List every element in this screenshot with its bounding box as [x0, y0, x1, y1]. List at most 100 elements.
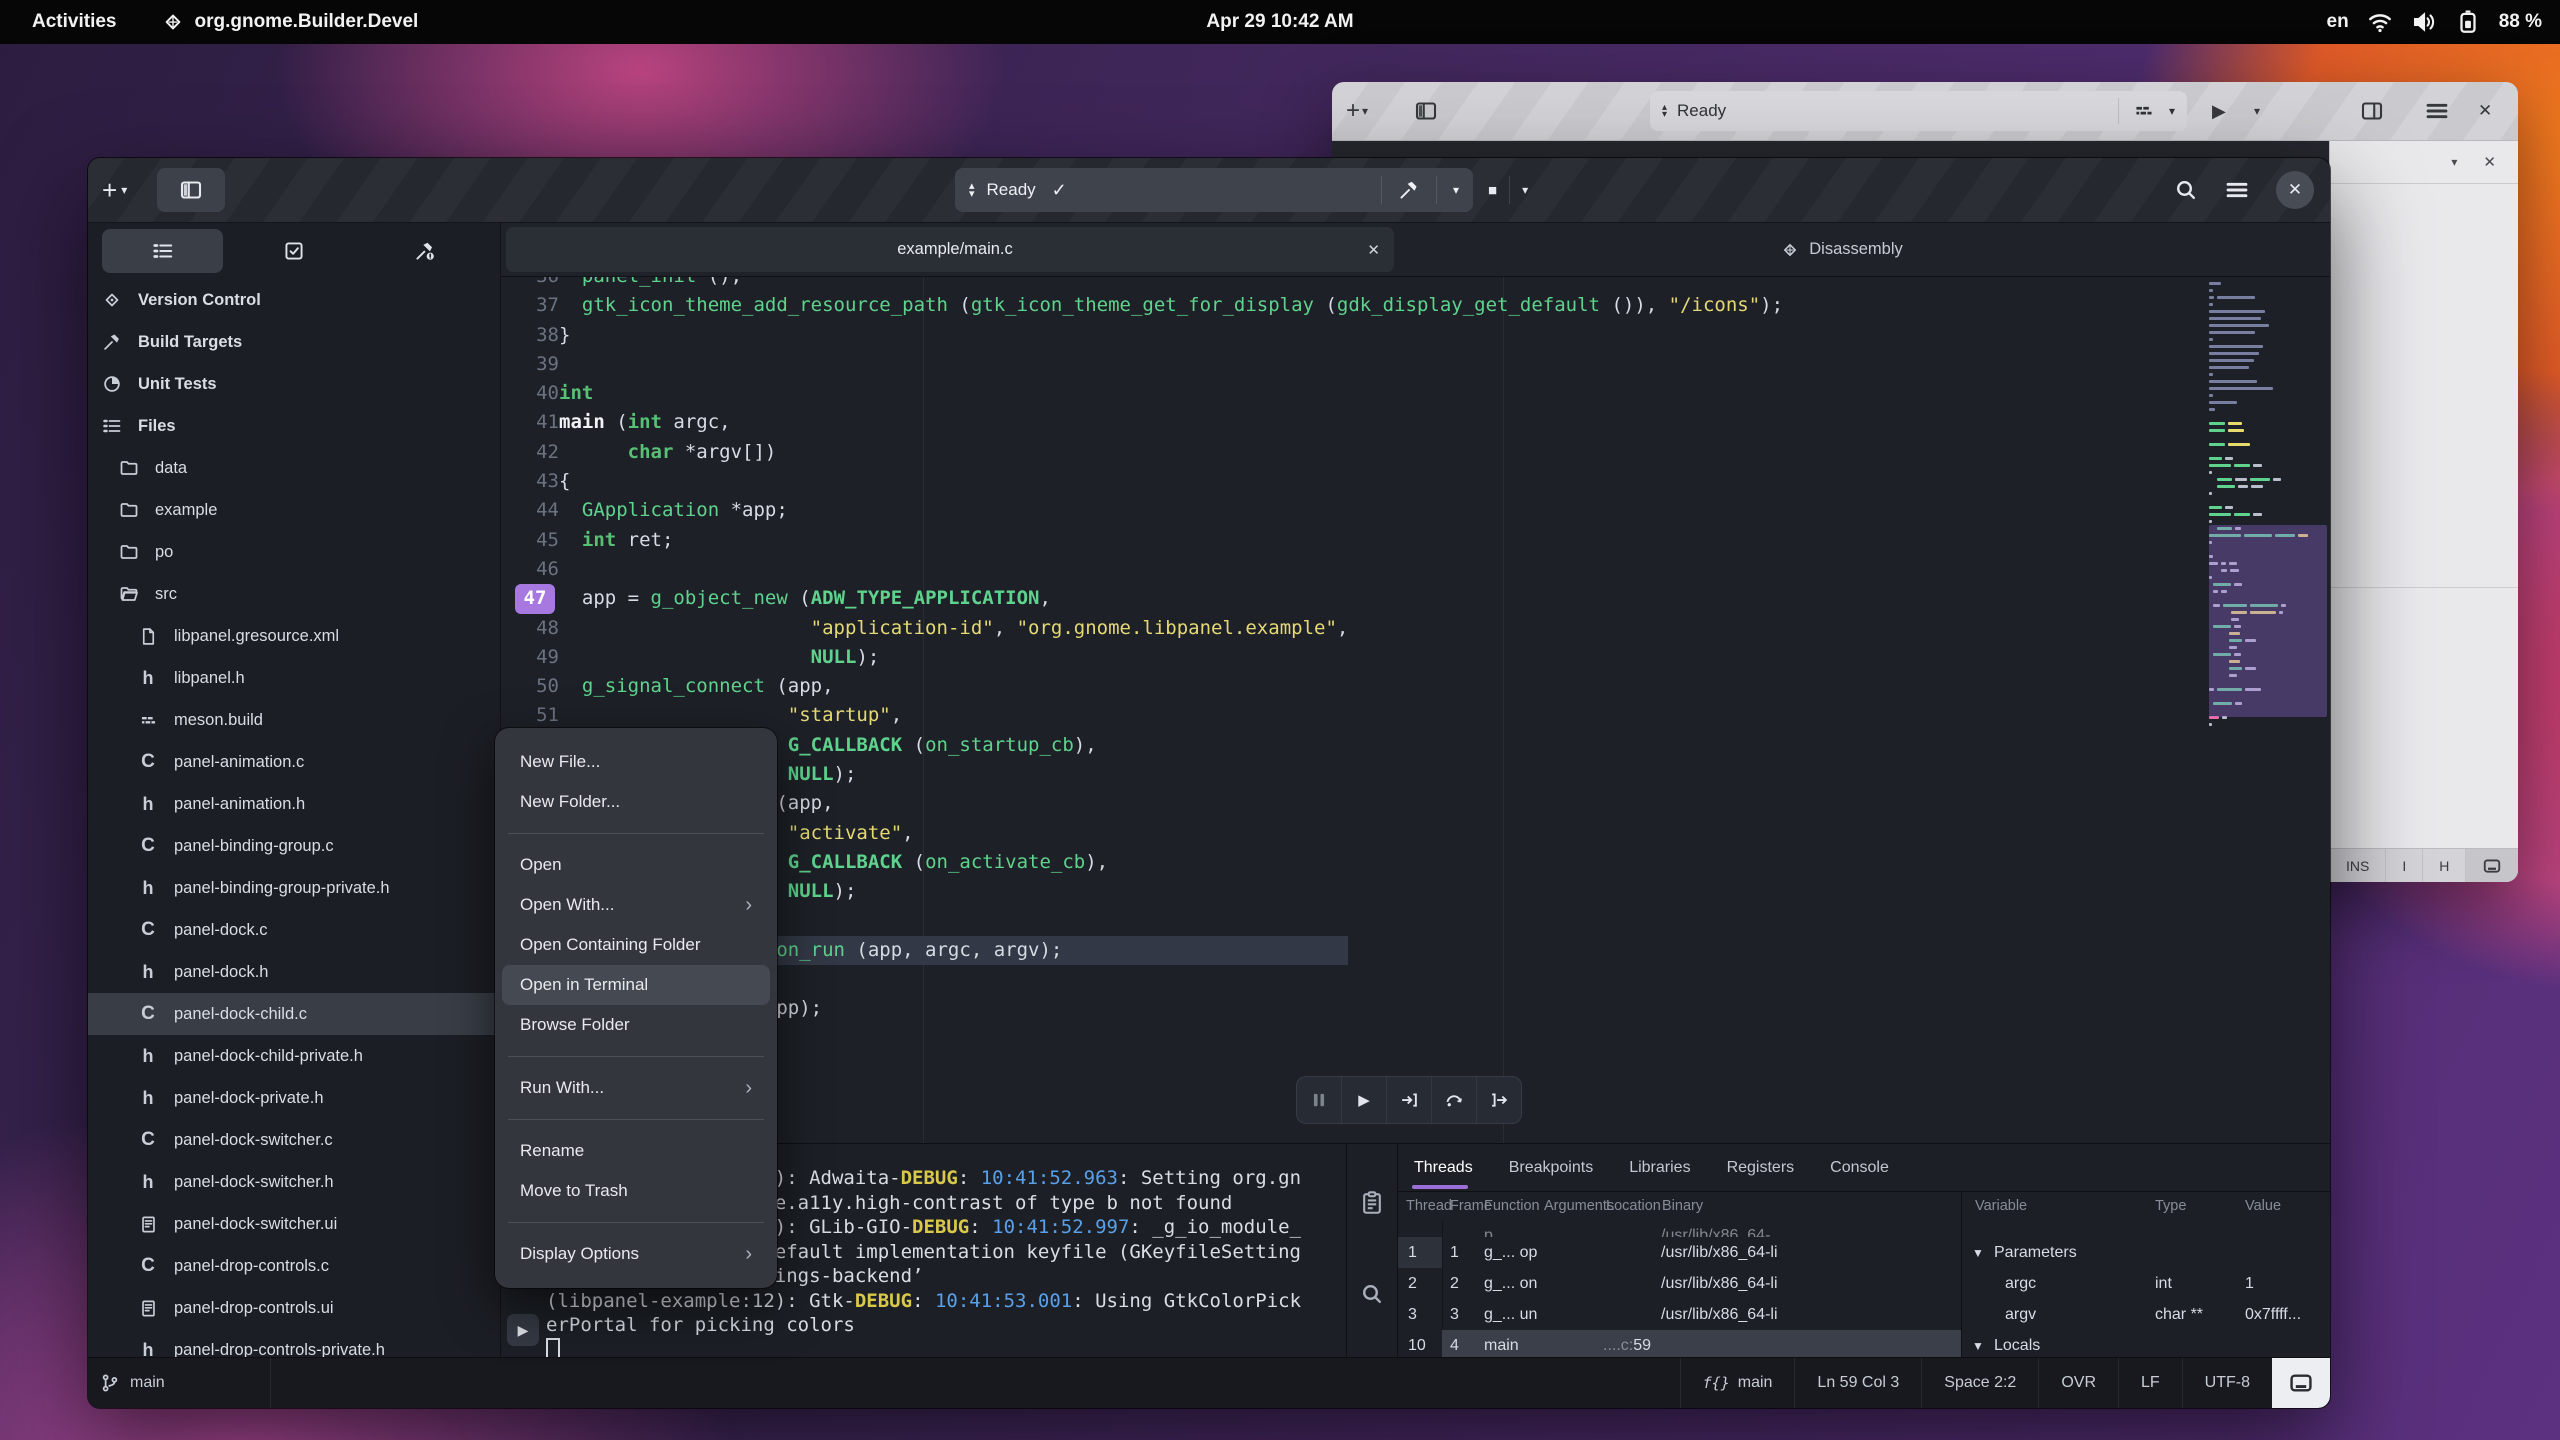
- panel-tab-breakpoints[interactable]: Breakpoints: [1509, 1144, 1594, 1191]
- tree-file-panel-animation.c[interactable]: Cpanel-animation.c: [88, 741, 500, 783]
- overwrite-mode[interactable]: OVR: [2038, 1358, 2118, 1408]
- encoding[interactable]: UTF-8: [2182, 1358, 2272, 1408]
- menu-item-open-containing-folder[interactable]: Open Containing Folder: [502, 925, 770, 965]
- build-project-icon[interactable]: [1398, 179, 1420, 201]
- minimap-viewport[interactable]: [2209, 525, 2327, 717]
- line-number[interactable]: 41: [515, 408, 559, 437]
- line-number[interactable]: 40: [515, 379, 559, 408]
- menu-item-display-options[interactable]: Display Options›: [502, 1234, 770, 1274]
- keyboard-layout-indicator[interactable]: en: [2327, 11, 2349, 33]
- frame-row-4[interactable]: 4main....c:59: [1442, 1330, 1961, 1357]
- tree-folder-src[interactable]: src: [88, 573, 500, 615]
- close-window-button[interactable]: ✕: [2276, 171, 2314, 209]
- panel-dropdown-icon[interactable]: ▾: [2451, 155, 2457, 169]
- panel-tab-threads[interactable]: Threads: [1414, 1144, 1473, 1191]
- frame-row-3[interactable]: 3g_... un/usr/lib/x86_64-li: [1442, 1299, 1961, 1330]
- column-header-type[interactable]: Type: [2155, 1192, 2186, 1220]
- toggle-bottom-panel-button[interactable]: [2272, 1358, 2330, 1408]
- editor-tab-example-main-c[interactable]: example/main.c✕: [506, 227, 1394, 272]
- line-number[interactable]: 43: [515, 467, 559, 496]
- tree-file-panel-drop-controls.c[interactable]: Cpanel-drop-controls.c: [88, 1245, 500, 1287]
- clipboard-icon[interactable]: [1359, 1190, 1385, 1216]
- menu-item-run-with[interactable]: Run With...›: [502, 1068, 770, 1108]
- tree-file-panel-dock-private.h[interactable]: hpanel-dock-private.h: [88, 1077, 500, 1119]
- frame-row[interactable]: p.../usr/lib/x86_64-...: [1442, 1220, 1961, 1237]
- todo-tab[interactable]: [233, 229, 354, 273]
- tree-file-panel-dock-switcher.ui[interactable]: panel-dock-switcher.ui: [88, 1203, 500, 1245]
- editor-tab-disassembly[interactable]: Disassembly: [1398, 227, 2286, 272]
- new-page-dropdown[interactable]: ▾: [1362, 104, 1368, 118]
- tree-file-panel-dock-switcher.c[interactable]: Cpanel-dock-switcher.c: [88, 1119, 500, 1161]
- threads-table[interactable]: 12310 p.../usr/lib/x86_64-...1g_... op/u…: [1398, 1192, 1961, 1357]
- step-over-button[interactable]: [1432, 1077, 1477, 1123]
- step-in-button[interactable]: [1387, 1077, 1432, 1123]
- indentation-mode[interactable]: Space 2:2: [1921, 1358, 2038, 1408]
- column-header-function[interactable]: Function: [1484, 1192, 1540, 1220]
- tree-folder-po[interactable]: po: [88, 531, 500, 573]
- menu-item-rename[interactable]: Rename: [502, 1131, 770, 1171]
- line-number[interactable]: 39: [515, 350, 559, 379]
- sidebar-item-version-control[interactable]: Version Control: [88, 279, 500, 321]
- sidebar-item-build-targets[interactable]: Build Targets: [88, 321, 500, 363]
- thread-id-column[interactable]: 12310: [1398, 1220, 1443, 1357]
- build-dropdown-icon[interactable]: ▾: [2169, 104, 2175, 118]
- tab-close-icon[interactable]: ✕: [1367, 241, 1380, 259]
- function-context[interactable]: f{} main: [1680, 1358, 1795, 1408]
- new-page-button[interactable]: +: [102, 175, 117, 206]
- tree-file-panel-drop-controls-private.h[interactable]: hpanel-drop-controls-private.h: [88, 1329, 500, 1357]
- variable-row-argc[interactable]: argcint1: [1962, 1268, 2330, 1299]
- column-header-thread[interactable]: Thread: [1406, 1192, 1452, 1220]
- variable-row-locals[interactable]: ▼Locals: [1962, 1330, 2330, 1357]
- build-issues-tab[interactable]: [365, 229, 486, 273]
- thread-row-2[interactable]: 2: [1398, 1268, 1442, 1299]
- menu-item-open-with[interactable]: Open With...›: [502, 885, 770, 925]
- panel-tab-console[interactable]: Console: [1830, 1144, 1889, 1191]
- tree-file-panel-animation.h[interactable]: hpanel-animation.h: [88, 783, 500, 825]
- frame-row-2[interactable]: 2g_... on/usr/lib/x86_64-li: [1442, 1268, 1961, 1299]
- status-item-ins[interactable]: INS: [2330, 849, 2386, 882]
- tree-file-panel-dock.h[interactable]: hpanel-dock.h: [88, 951, 500, 993]
- tree-folder-example[interactable]: example: [88, 489, 500, 531]
- sidebar-item-unit-tests[interactable]: Unit Tests: [88, 363, 500, 405]
- toggle-left-panel-button[interactable]: [157, 168, 225, 212]
- omnibar[interactable]: ▴▾ Ready ▾: [1650, 91, 2187, 131]
- project-tree-tab[interactable]: [102, 229, 223, 273]
- variable-row-parameters[interactable]: ▼Parameters: [1962, 1237, 2330, 1268]
- tree-file-panel-drop-controls.ui[interactable]: panel-drop-controls.ui: [88, 1287, 500, 1329]
- status-item-i[interactable]: I: [2386, 849, 2423, 882]
- pause-button[interactable]: [1297, 1077, 1342, 1123]
- continue-button[interactable]: ▶: [1342, 1077, 1387, 1123]
- line-number[interactable]: 42: [515, 438, 559, 467]
- column-header-location[interactable]: Location: [1606, 1192, 1661, 1220]
- tree-file-panel-dock-child-private.h[interactable]: hpanel-dock-child-private.h: [88, 1035, 500, 1077]
- menu-item-new-file[interactable]: New File...: [502, 742, 770, 782]
- line-number[interactable]: 48: [515, 614, 559, 643]
- run-button[interactable]: ▶: [2212, 101, 2226, 122]
- builder-main-window[interactable]: + ▾ ▴▾ Ready ✓ ▾ ■ ▾ ✕: [88, 158, 2330, 1408]
- variable-row-argv[interactable]: argvchar **0x7ffff...: [1962, 1299, 2330, 1330]
- tree-file-panel-dock.c[interactable]: Cpanel-dock.c: [88, 909, 500, 951]
- line-ending[interactable]: LF: [2118, 1358, 2182, 1408]
- tree-file-libpanel.gresource.xml[interactable]: libpanel.gresource.xml: [88, 615, 500, 657]
- new-page-dropdown[interactable]: ▾: [121, 183, 127, 197]
- sidebar-item-files[interactable]: Files: [88, 405, 500, 447]
- line-number[interactable]: 38: [515, 321, 559, 350]
- branch-indicator[interactable]: main: [88, 1373, 270, 1393]
- line-number[interactable]: 36: [515, 277, 559, 291]
- thread-row-10[interactable]: 10: [1398, 1330, 1442, 1357]
- omnibar[interactable]: ▴▾ Ready ✓ ▾: [955, 168, 1473, 212]
- tree-file-panel-dock-switcher.h[interactable]: hpanel-dock-switcher.h: [88, 1161, 500, 1203]
- new-page-button[interactable]: +: [1346, 97, 1360, 125]
- column-header-binary[interactable]: Binary: [1662, 1192, 1703, 1220]
- search-icon[interactable]: [1360, 1282, 1384, 1306]
- line-number[interactable]: 46: [515, 555, 559, 584]
- panel-tab-libraries[interactable]: Libraries: [1629, 1144, 1690, 1191]
- column-header-arguments[interactable]: Arguments: [1544, 1192, 1614, 1220]
- build-dropdown-icon[interactable]: ▾: [1453, 183, 1459, 197]
- thread-row-3[interactable]: 3: [1398, 1299, 1442, 1330]
- toggle-right-panel-icon[interactable]: [2360, 99, 2384, 123]
- tree-folder-data[interactable]: data: [88, 447, 500, 489]
- panel-close-icon[interactable]: ✕: [2483, 153, 2496, 171]
- close-window-button[interactable]: ✕: [2478, 101, 2492, 121]
- menu-item-open[interactable]: Open: [502, 845, 770, 885]
